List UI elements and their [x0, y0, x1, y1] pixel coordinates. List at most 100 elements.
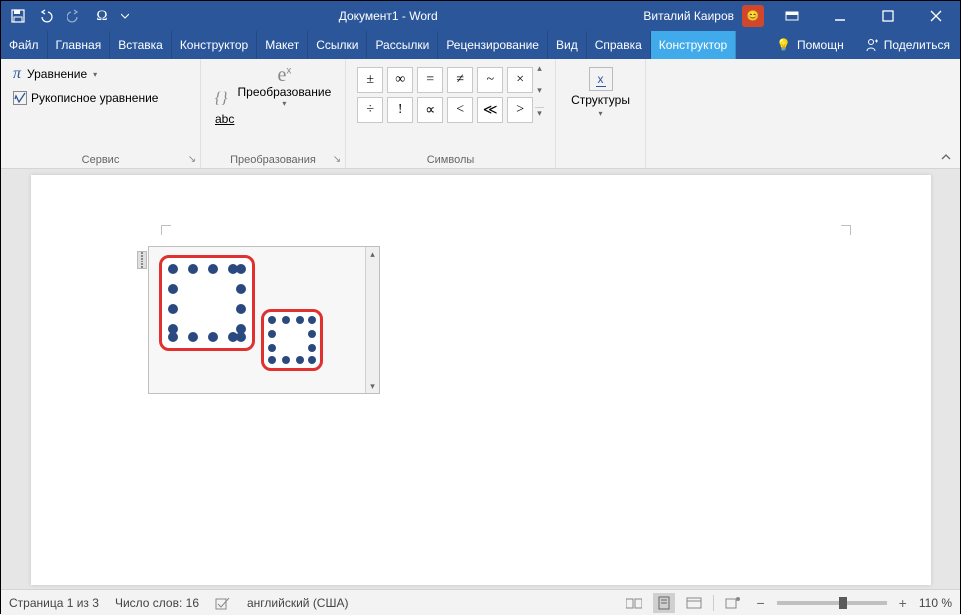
convert-label: Преобразование	[238, 85, 332, 99]
save-button[interactable]	[5, 3, 31, 29]
quick-access-toolbar: Ω	[5, 3, 133, 29]
tab-mailings[interactable]: Рассылки	[367, 31, 438, 59]
brace-icon: {}	[215, 90, 228, 108]
abc-label: abc	[215, 112, 234, 126]
chevron-down-icon: ▾	[93, 70, 97, 79]
symbol-equals[interactable]: =	[417, 67, 443, 93]
language-indicator[interactable]: английский (США)	[247, 596, 348, 610]
tell-me[interactable]: 💡 Помощн	[766, 38, 854, 52]
scroll-up-icon[interactable]: ▴	[366, 247, 379, 261]
symbols-scroll-down[interactable]: ▾	[535, 85, 544, 96]
group-symbols-label: Символы	[346, 154, 555, 166]
proofing-icon[interactable]	[215, 596, 231, 610]
zoom-slider[interactable]	[777, 601, 887, 605]
tab-view[interactable]: Вид	[548, 31, 587, 59]
scroll-down-icon[interactable]: ▾	[366, 379, 379, 393]
symbol-times[interactable]: ×	[507, 67, 533, 93]
equation-container[interactable]: ▴ ▾	[148, 246, 380, 394]
redo-button[interactable]	[61, 3, 87, 29]
fraction-icon: x	[589, 67, 613, 91]
title-bar: Ω Документ1 - Word Виталий Каиров 😊	[1, 1, 960, 31]
ribbon: π Уравнение ▾ Рукописное уравнение Серви…	[1, 59, 960, 169]
share-button[interactable]: Поделиться	[854, 38, 960, 52]
zoom-level[interactable]: 110 %	[919, 596, 952, 610]
group-conversions: {} ex Преобразование ▾ abc Преобразовани…	[201, 59, 346, 168]
zoom-out-button[interactable]: −	[752, 595, 768, 611]
tab-design[interactable]: Конструктор	[172, 31, 257, 59]
ink-equation-label: Рукописное уравнение	[31, 91, 158, 105]
read-mode-button[interactable]	[623, 593, 645, 613]
maximize-button[interactable]	[868, 1, 908, 31]
symbols-more[interactable]: ▾	[535, 107, 544, 119]
user-avatar[interactable]: 😊	[742, 5, 764, 27]
margin-corner	[161, 225, 171, 235]
tab-insert[interactable]: Вставка	[110, 31, 172, 59]
tell-me-label: Помощн	[797, 38, 844, 52]
undo-button[interactable]	[33, 3, 59, 29]
word-count[interactable]: Число слов: 16	[115, 596, 199, 610]
title-right: Виталий Каиров 😊	[643, 1, 956, 31]
symbol-button[interactable]: Ω	[89, 3, 115, 29]
symbol-less[interactable]: <	[447, 97, 473, 123]
print-layout-button[interactable]	[653, 593, 675, 613]
convert-button[interactable]: ex Преобразование ▾	[236, 63, 334, 110]
symbol-divide[interactable]: ÷	[357, 97, 383, 123]
share-icon	[864, 38, 878, 52]
web-layout-button[interactable]	[683, 593, 705, 613]
symbol-plusminus[interactable]: ±	[357, 67, 383, 93]
symbol-notequal[interactable]: ≠	[447, 67, 473, 93]
equation-placeholder-large[interactable]	[159, 255, 255, 351]
symbol-propto[interactable]: ∝	[417, 97, 443, 123]
symbols-gallery: ± ∞ = ≠ ~ × ÷ ! ∝ < ≪ >	[357, 63, 533, 123]
checkbox-icon	[13, 91, 27, 105]
pi-icon: π	[13, 65, 21, 83]
window-title: Документ1 - Word	[133, 9, 643, 23]
macro-record-icon[interactable]	[722, 593, 744, 613]
structures-label: Структуры	[571, 93, 630, 107]
symbol-muchless[interactable]: ≪	[477, 97, 503, 123]
document-area: ▴ ▾	[1, 169, 960, 589]
close-button[interactable]	[916, 1, 956, 31]
ribbon-display-button[interactable]	[772, 1, 812, 31]
zoom-in-button[interactable]: +	[895, 595, 911, 611]
ink-equation-button[interactable]: Рукописное уравнение	[9, 89, 162, 107]
symbol-greater[interactable]: >	[507, 97, 533, 123]
symbol-infinity[interactable]: ∞	[387, 67, 413, 93]
share-label: Поделиться	[884, 38, 950, 52]
tools-dialog-launcher[interactable]: ↘	[185, 152, 199, 166]
symbols-scroll-up[interactable]: ▴	[535, 63, 544, 74]
equation-button[interactable]: π Уравнение ▾	[9, 63, 162, 85]
symbol-tilde[interactable]: ~	[477, 67, 503, 93]
minimize-button[interactable]	[820, 1, 860, 31]
zoom-thumb[interactable]	[839, 597, 847, 609]
group-tools-label: Сервис	[1, 154, 200, 166]
page-indicator[interactable]: Страница 1 из 3	[9, 596, 99, 610]
group-structures: x Структуры ▾	[556, 59, 646, 168]
tab-review[interactable]: Рецензирование	[438, 31, 548, 59]
user-name: Виталий Каиров	[643, 9, 734, 23]
page[interactable]: ▴ ▾	[31, 175, 931, 585]
collapse-ribbon-button[interactable]	[936, 148, 956, 166]
group-tools: π Уравнение ▾ Рукописное уравнение Серви…	[1, 59, 201, 168]
status-bar: Страница 1 из 3 Число слов: 16 английски…	[1, 589, 960, 615]
group-symbols: ± ∞ = ≠ ~ × ÷ ! ∝ < ≪ > ▴ ▾	[346, 59, 556, 168]
tab-home[interactable]: Главная	[48, 31, 111, 59]
ribbon-tabs: Файл Главная Вставка Конструктор Макет С…	[1, 31, 960, 59]
symbol-factorial[interactable]: !	[387, 97, 413, 123]
qat-more-button[interactable]	[117, 3, 133, 29]
tab-layout[interactable]: Макет	[257, 31, 308, 59]
tab-references[interactable]: Ссылки	[308, 31, 367, 59]
structures-button[interactable]: x Структуры ▾	[563, 63, 638, 122]
equation-move-handle[interactable]	[137, 251, 147, 269]
text-button[interactable]: abc	[213, 110, 236, 128]
tab-help[interactable]: Справка	[587, 31, 651, 59]
tab-equation-design[interactable]: Конструктор	[651, 31, 736, 59]
lightbulb-icon: 💡	[776, 38, 791, 52]
latex-button[interactable]: {}	[213, 88, 230, 110]
equation-scrollbar[interactable]: ▴ ▾	[365, 247, 379, 393]
equation-placeholder-small[interactable]	[261, 309, 323, 371]
conversions-dialog-launcher[interactable]: ↘	[330, 152, 344, 166]
convert-icon: ex	[277, 65, 291, 85]
tab-file[interactable]: Файл	[1, 31, 48, 59]
chevron-down-icon: ▾	[282, 99, 286, 108]
